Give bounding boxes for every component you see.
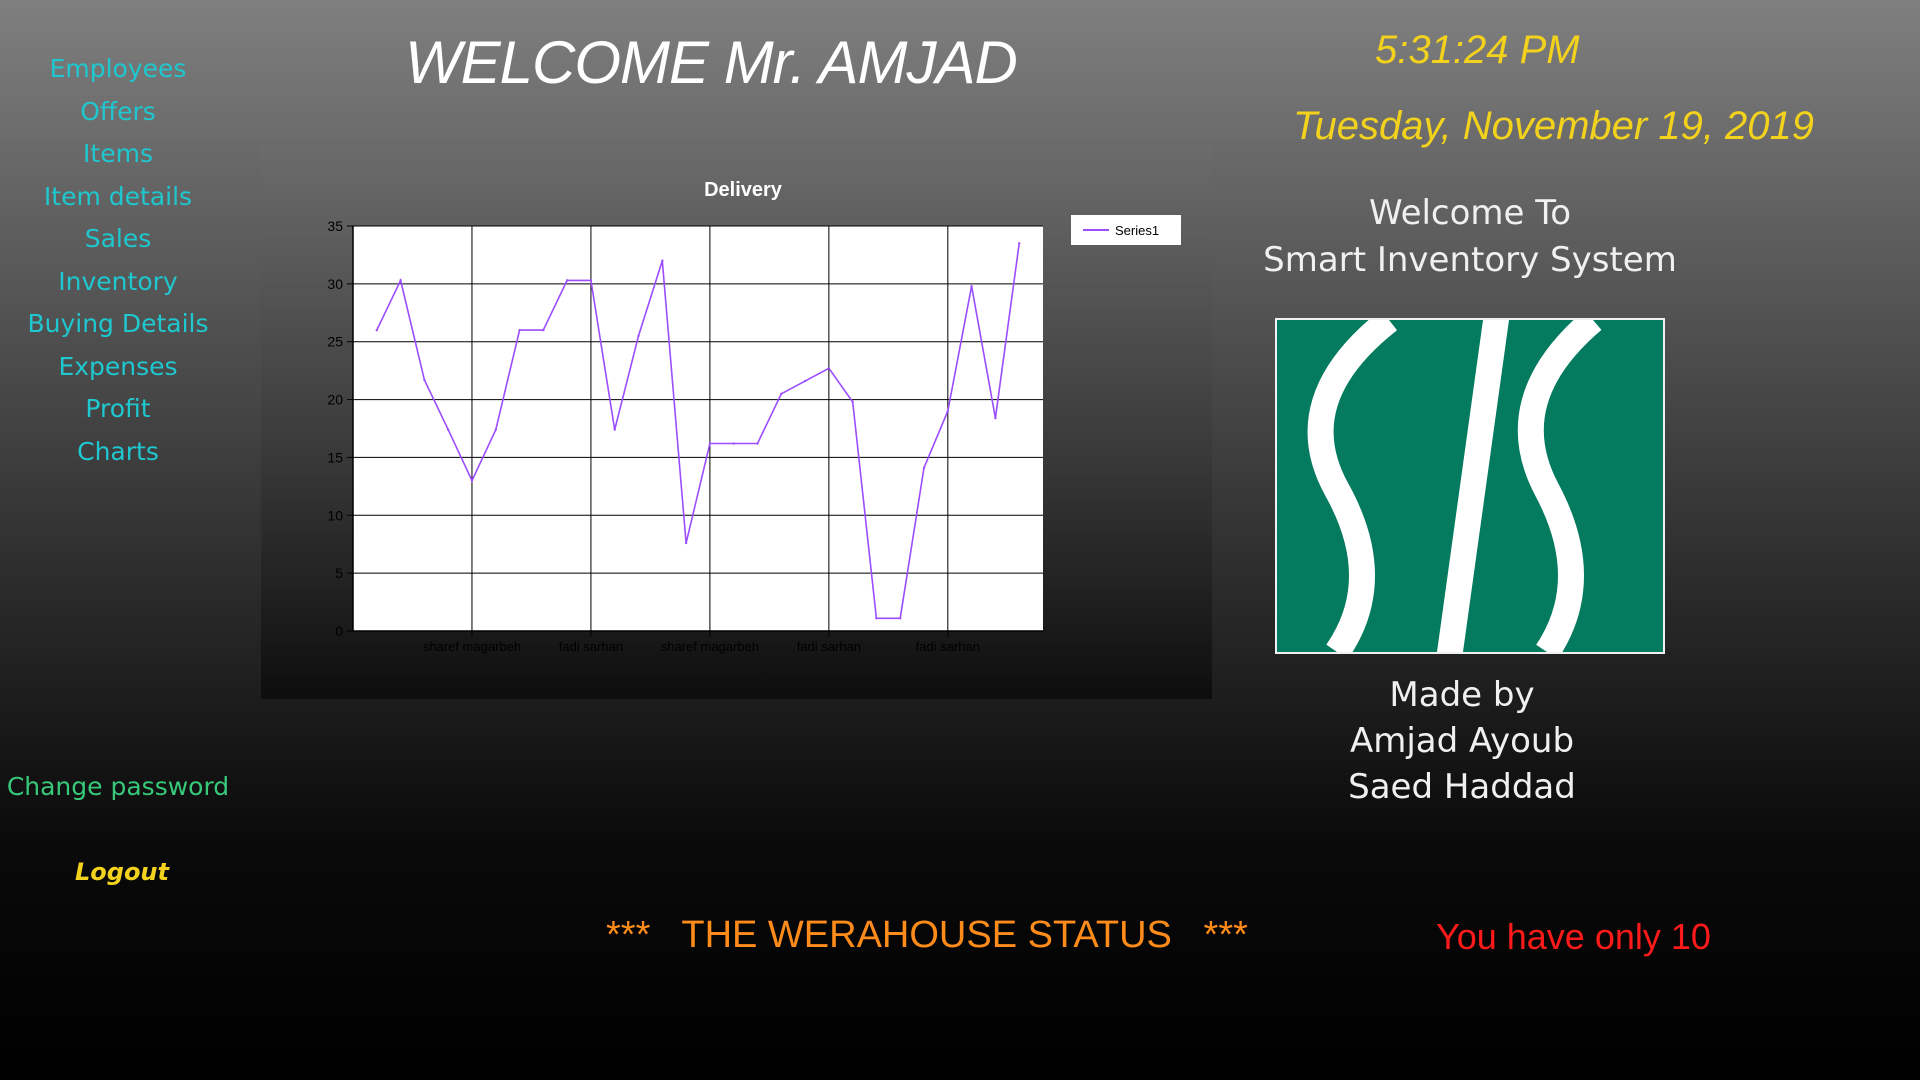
y-tick-label: 5: [335, 565, 343, 581]
nav-profit[interactable]: Profit: [85, 388, 150, 431]
x-tick-label: fadi sarhan: [797, 639, 861, 654]
logout-link[interactable]: Logout: [0, 858, 244, 886]
made-by-label: Made by: [1389, 675, 1535, 715]
y-tick-label: 0: [335, 623, 343, 639]
series1-point: [732, 442, 735, 445]
series1-point: [446, 428, 450, 431]
nav-charts[interactable]: Charts: [77, 431, 159, 474]
series1-point: [399, 279, 402, 282]
series1-point: [542, 328, 545, 332]
chart-legend: Series1: [1071, 215, 1181, 245]
series1-point: [375, 328, 378, 332]
y-tick-label: 30: [327, 276, 343, 292]
nav-buying-details[interactable]: Buying Details: [27, 303, 208, 346]
nav-items[interactable]: Items: [83, 133, 153, 176]
series1-point: [922, 466, 926, 470]
series1-point: [684, 541, 688, 545]
nav-item-details[interactable]: Item details: [44, 176, 192, 219]
y-tick-label: 35: [327, 218, 343, 234]
x-tick-label: fadi sarhan: [559, 639, 623, 654]
series1-point: [780, 392, 783, 395]
series1-point: [637, 334, 640, 338]
nav-sales[interactable]: Sales: [85, 218, 152, 261]
series1-point: [970, 284, 973, 288]
author-1: Amjad Ayoub: [1349, 721, 1575, 761]
series1-point: [851, 400, 854, 404]
series1-point: [470, 479, 474, 482]
series1-point: [946, 409, 950, 413]
legend-series1-label: Series1: [1115, 223, 1159, 238]
y-tick-label: 25: [327, 334, 343, 350]
series1-point: [494, 428, 497, 431]
series1-point: [756, 442, 759, 445]
series1-point: [899, 617, 902, 620]
series1-point: [661, 259, 664, 262]
y-tick-label: 10: [327, 507, 343, 523]
series1-point: [565, 279, 569, 282]
series1-point: [827, 367, 831, 370]
clock-time: 5:31:24 PM: [1375, 28, 1580, 72]
change-password-link[interactable]: Change password: [0, 772, 236, 801]
y-tick-label: 15: [327, 449, 343, 465]
series1-point: [708, 442, 712, 445]
clock-date: Tuesday, November 19, 2019: [1293, 104, 1815, 148]
plot-area: [353, 226, 1043, 631]
x-tick-label: sharef magarbeh: [661, 639, 759, 654]
x-tick-label: fadi sarhan: [916, 639, 980, 654]
series1-point: [875, 617, 878, 620]
series1-point: [803, 379, 807, 383]
welcome-title: WELCOME Mr. AMJAD: [405, 29, 1018, 96]
credits: Made by Amjad Ayoub Saed Haddad: [1232, 672, 1692, 810]
warehouse-status-title: *** THE WERAHOUSE STATUS ***: [606, 914, 1248, 956]
nav-expenses[interactable]: Expenses: [58, 346, 177, 389]
sis-logo: [1275, 318, 1665, 654]
welcome-line-2: Smart Inventory System: [1263, 240, 1677, 280]
series1-point: [589, 279, 593, 282]
sis-logo-graphic: [1307, 320, 1602, 652]
delivery-chart: Delivery 0 5 10 15 20 25 30 35 sharef magarbeh f…: [327, 179, 1181, 654]
welcome-line-1: Welcome To: [1368, 193, 1572, 233]
nav-employees[interactable]: Employees: [50, 48, 187, 91]
main-nav: Employees Offers Items Item details Sale…: [0, 48, 236, 473]
series1-point: [423, 378, 426, 382]
nav-inventory[interactable]: Inventory: [58, 261, 177, 304]
stock-alert: You have only 10: [1436, 916, 1711, 957]
series1-point: [1018, 242, 1021, 245]
welcome-message: Welcome To Smart Inventory System: [1240, 190, 1700, 284]
series1-point: [518, 328, 521, 332]
delivery-chart-panel: Delivery 0 5 10 15 20 25 30 35 sharef magarbeh f…: [261, 144, 1212, 699]
author-2: Saed Haddad: [1348, 767, 1576, 807]
series1-point: [994, 416, 997, 420]
y-tick-label: 20: [327, 392, 343, 408]
x-tick-label: sharef magarbeh: [423, 639, 521, 654]
nav-offers[interactable]: Offers: [80, 91, 156, 134]
series1-point: [613, 428, 616, 431]
chart-title: Delivery: [704, 179, 783, 201]
